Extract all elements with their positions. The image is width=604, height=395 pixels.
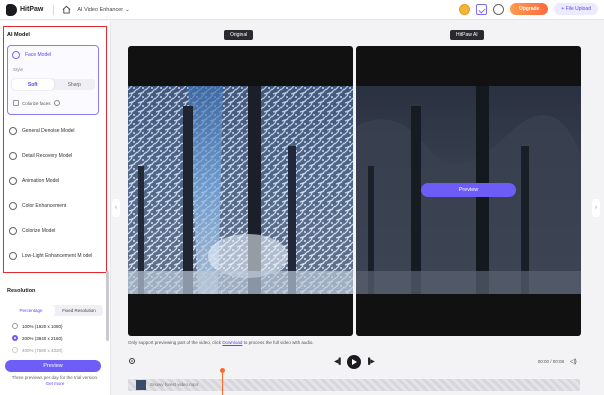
tip-tail: to process the full video with audio. [243,340,314,345]
colorize-faces-option[interactable]: Colorize faces [13,100,60,106]
resolution-option-label: 200% (3840 x 2160) [22,335,63,341]
original-frame [128,86,353,294]
model-label: General Denoise Model [22,128,75,134]
ai-preview-button[interactable]: Preview [421,183,516,197]
settings-sidebar: AI Model Face Model Style Soft Sharp Col… [0,21,111,395]
resolution-option[interactable]: 200% (3840 x 2160) [12,335,63,341]
time-readout: 00:00 / 00:08 [537,359,564,364]
tab-fixed-resolution[interactable]: Fixed Resolution [55,305,103,316]
model-option-color-enhancement[interactable]: Color Enhancement [9,202,66,210]
denoise-icon [9,127,17,135]
lowlight-icon [9,252,17,260]
ai-model-title: AI Model [7,32,30,38]
checkbox-icon[interactable] [13,100,19,106]
clip-label: Snowy forest video.mp4 [150,382,199,387]
sidebar-preview-button[interactable]: Preview [5,360,101,372]
style-soft-option[interactable]: Soft [12,79,54,90]
trial-note: Three previews per day for the trial ver… [8,375,102,387]
face-icon [12,51,20,59]
radio-icon[interactable] [12,323,18,329]
animation-icon [9,177,17,185]
feedback-icon[interactable] [493,3,505,15]
app-name: HitPaw [20,6,44,13]
model-option-low-light[interactable]: Low-Light Enhancement M odel [9,252,95,260]
playhead-handle[interactable] [220,368,225,395]
divider [53,4,55,15]
home-icon[interactable] [62,5,71,14]
detail-icon [9,152,17,160]
model-option-general-denoise[interactable]: General Denoise Model [9,127,75,135]
download-link[interactable]: Download [222,340,242,345]
resolution-tabs: Percentage Fixed Resolution [7,305,103,316]
clip-thumbnail [136,380,146,390]
chevron-down-icon: ⌄ [125,6,130,13]
prev-frame-icon[interactable]: ◀▌ [334,358,343,365]
model-label: Detail Recovery Model [22,153,73,159]
play-button[interactable] [347,355,361,369]
get-more-link[interactable]: Get more [46,381,65,386]
info-icon[interactable] [53,100,60,106]
tip-text: Only support previewing part of the vide… [128,340,222,345]
style-toggle: Soft Sharp [12,79,95,90]
ai-video-panel: Preview [356,46,581,336]
colorize-faces-label: Colorize faces [22,100,51,106]
preview-tip: Only support previewing part of the vide… [128,340,314,345]
next-frame-icon[interactable]: ▐▶ [366,358,375,365]
collapse-right-icon[interactable]: › [592,199,600,217]
coin-icon[interactable] [459,3,471,15]
model-label: Color Enhancement [22,203,67,209]
resolution-option[interactable]: 400% (7680 x 4320) [12,347,63,353]
tasks-icon[interactable] [476,3,488,15]
collapse-left-icon[interactable]: ‹ [112,199,120,217]
top-bar: HitPaw AI Video Enhancer ⌄ Upgrade + Fil… [0,0,604,20]
file-upload-button[interactable]: + File Upload [554,3,598,15]
resolution-option[interactable]: 100% (1920 x 1080) [12,323,63,329]
tool-selector-label: AI Video Enhancer [77,6,124,13]
face-model-label: Face Model [25,52,52,58]
model-label: Low-Light Enhancement M odel [22,252,93,259]
style-sharp-option[interactable]: Sharp [54,79,96,90]
model-label: Animation Model [22,178,60,184]
style-label: Style [13,67,24,72]
tab-percentage[interactable]: Percentage [7,305,55,316]
colorize-icon [9,227,17,235]
resolution-option-label: 100% (1920 x 1080) [22,323,63,329]
color-icon [9,202,17,210]
preview-area: Original HitPaw AI ‹ › Preview Only supp… [112,21,604,395]
trial-note-text: Three previews per day for the trial ver… [11,375,99,380]
original-video-panel [128,46,353,336]
resolution-title: Resolution [7,288,36,294]
frame-settings-icon[interactable] [128,357,136,365]
hitpaw-logo-icon [6,3,17,16]
model-option-animation[interactable]: Animation Model [9,177,59,185]
sidebar-scrollbar[interactable] [106,271,109,341]
tool-selector[interactable]: AI Video Enhancer ⌄ [77,7,129,13]
volume-icon[interactable]: ◁) [570,358,577,365]
app-logo: HitPaw [6,3,44,16]
hitpaw-ai-tag: HitPaw AI [450,30,484,40]
model-option-detail-recovery[interactable]: Detail Recovery Model [9,152,72,160]
face-model-card[interactable]: Face Model Style Soft Sharp Colorize fac… [7,45,99,115]
resolution-option-label: 400% (7680 x 4320) [22,347,63,353]
upgrade-button[interactable]: Upgrade [510,3,549,15]
playback-controls: ◀▌ ▐▶ 00:00 / 00:08 ◁) [112,355,604,369]
model-option-colorize[interactable]: Colorize Model [9,227,55,235]
model-label: Colorize Model [22,228,56,234]
original-tag: Original [224,30,254,40]
radio-icon[interactable] [12,347,18,353]
radio-icon[interactable] [12,335,18,341]
